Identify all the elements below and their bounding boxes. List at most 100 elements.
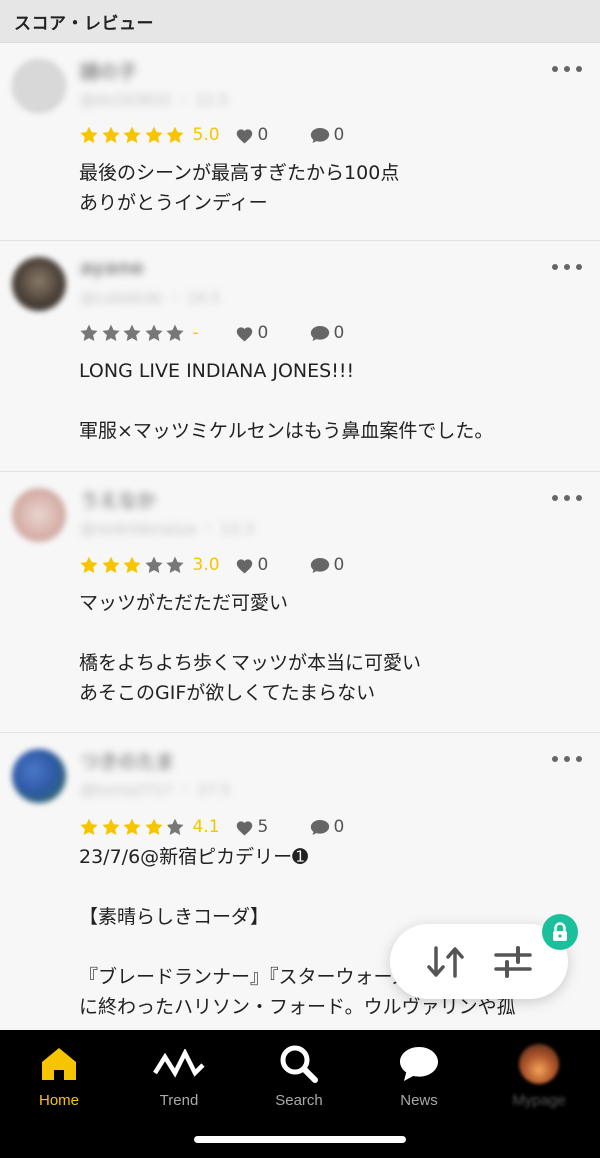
home-indicator [194,1136,406,1143]
more-options-button[interactable] [552,62,582,76]
home-icon [42,1048,76,1080]
star-icon [101,556,120,573]
tab-label: Mypage [512,1092,566,1109]
comment-icon [310,557,329,573]
comment-icon [310,127,329,143]
heart-icon [236,128,252,144]
review-text[interactable]: LONG LIVE INDIANA JONES!!! 軍服×マッツミケルセンはも… [79,356,580,446]
user-meta: @cutiekids ・ 14.5 [80,289,221,307]
star-icon [144,126,163,143]
review-item[interactable]: 謎の子 @dx163833 ・ 12.5 5.0 0 0 最後のシーンが最高すぎ… [0,43,600,241]
comment-icon [310,819,329,835]
like-button[interactable]: 0 [235,555,310,575]
heart-icon [236,326,252,342]
star-rating [79,817,187,837]
score-value: 5.0 [192,125,220,145]
review-stats: 4.1 5 0 [79,816,344,838]
star-icon [166,818,184,835]
comment-button[interactable]: 0 [310,125,345,145]
review-text[interactable]: 最後のシーンが最高すぎたから100点 ありがとうインディー [79,158,580,218]
trend-icon [153,1049,205,1078]
user-meta: @tuma2717 ・ 27.5 [80,781,231,799]
like-count: 0 [257,555,269,575]
tab-label: Search [275,1092,323,1109]
comment-count: 0 [333,125,345,145]
more-options-button[interactable] [552,752,582,766]
star-icon [166,126,184,143]
heart-icon [236,558,252,574]
star-icon [166,556,184,573]
review-stats: 5.0 0 0 [79,124,344,146]
star-icon [80,126,98,143]
heart-icon [236,820,252,836]
review-stats: 3.0 0 0 [79,554,344,576]
like-count: 5 [257,817,269,837]
user-avatar[interactable] [12,59,66,113]
like-count: 0 [257,125,269,145]
comment-count: 0 [333,817,345,837]
star-rating [79,555,187,575]
star-icon [101,324,120,341]
star-icon [144,324,163,341]
star-icon [80,818,98,835]
star-icon [101,126,120,143]
score-value: 3.0 [192,555,220,575]
star-icon [166,324,184,341]
like-button[interactable]: 0 [235,323,310,343]
tab-label: News [400,1092,438,1109]
score-value: - [192,323,199,343]
review-stats: - 0 0 [79,322,344,344]
star-rating [79,323,187,343]
like-count: 0 [257,323,269,343]
more-options-button[interactable] [552,491,582,505]
user-avatar[interactable] [12,488,66,542]
user-meta: @reokildenaiya ・ 13.3 [80,520,254,538]
star-icon [123,126,141,143]
like-button[interactable]: 0 [235,125,310,145]
star-icon [123,818,141,835]
star-icon [123,556,141,573]
comment-button[interactable]: 0 [310,323,344,343]
filter-button[interactable] [494,945,532,979]
review-item[interactable]: ayane @cutiekids ・ 14.5 - 0 0 LONG LIVE … [0,241,600,472]
sort-button[interactable] [426,944,466,980]
filter-icon [494,945,532,978]
news-icon [400,1047,438,1081]
star-icon [101,818,120,835]
tab-trend[interactable]: Trend [129,1042,229,1109]
sort-icon [427,945,464,978]
more-options-button[interactable] [552,260,582,274]
page-title: スコア・レビュー [14,13,154,34]
tab-news[interactable]: News [369,1042,469,1109]
user-name[interactable]: 謎の子 [80,57,137,84]
star-icon [80,324,98,341]
search-icon [280,1045,318,1083]
star-rating [79,125,187,145]
tab-label: Home [38,1092,79,1109]
tab-search[interactable]: Search [249,1042,349,1109]
star-icon [144,818,163,835]
user-avatar[interactable] [12,749,66,803]
review-item[interactable]: うえなか @reokildenaiya ・ 13.3 3.0 0 0 マッツがた… [0,472,600,733]
tab-label: Trend [159,1092,199,1109]
comment-count: 0 [333,555,345,575]
tab-mypage[interactable]: Mypage [489,1042,589,1109]
user-name[interactable]: つきのたま [80,747,174,774]
review-text[interactable]: マッツがただただ可愛い 橋をよちよち歩くマッツが本当に可愛い あそこのGIFが欲… [79,588,580,708]
like-button[interactable]: 5 [235,817,310,837]
comment-button[interactable]: 0 [310,555,345,575]
avatar-icon [519,1044,559,1084]
user-meta: @dx163833 ・ 12.5 [80,91,229,109]
comment-button[interactable]: 0 [310,817,345,837]
lock-badge[interactable] [542,914,578,950]
page-header: スコア・レビュー [0,0,600,43]
user-name[interactable]: うえなか [80,486,156,513]
comment-icon [310,325,329,341]
score-value: 4.1 [192,817,220,837]
review-feed[interactable]: 謎の子 @dx163833 ・ 12.5 5.0 0 0 最後のシーンが最高すぎ… [0,43,600,1030]
user-name[interactable]: ayane [80,257,144,279]
lock-icon [553,922,567,941]
user-avatar[interactable] [12,257,66,311]
tab-home[interactable]: Home [9,1042,109,1109]
star-icon [144,556,163,573]
